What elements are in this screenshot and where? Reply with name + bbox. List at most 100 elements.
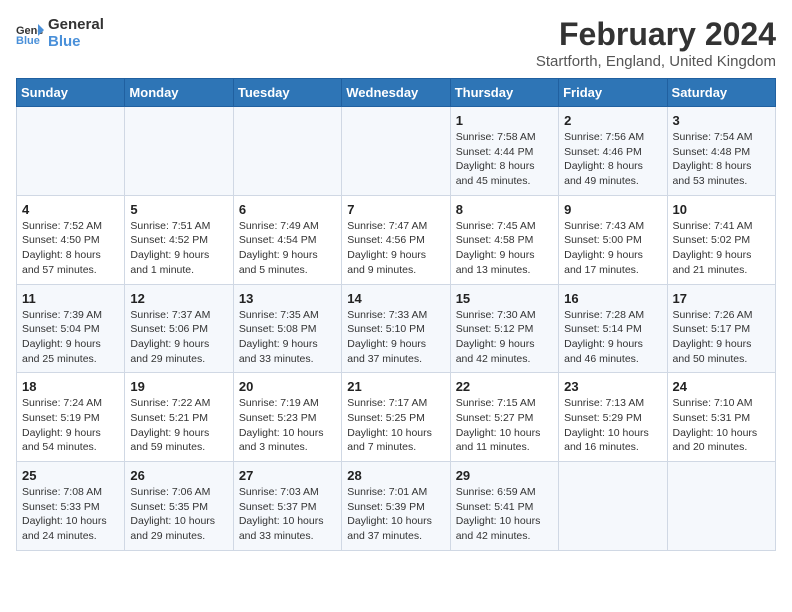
cell-content: Sunrise: 7:43 AM Sunset: 5:00 PM Dayligh…: [564, 219, 661, 278]
day-header-sunday: Sunday: [17, 79, 125, 107]
day-number: 8: [456, 202, 553, 217]
cell-content: Sunrise: 7:33 AM Sunset: 5:10 PM Dayligh…: [347, 308, 444, 367]
calendar-cell: 26 Sunrise: 7:06 AM Sunset: 5:35 PM Dayli…: [125, 462, 233, 551]
day-number: 1: [456, 113, 553, 128]
calendar-cell: 7 Sunrise: 7:47 AM Sunset: 4:56 PM Daylig…: [342, 195, 450, 284]
day-number: 10: [673, 202, 770, 217]
day-number: 20: [239, 379, 336, 394]
cell-content: Sunrise: 7:08 AM Sunset: 5:33 PM Dayligh…: [22, 485, 119, 544]
cell-content: Sunrise: 7:13 AM Sunset: 5:29 PM Dayligh…: [564, 396, 661, 455]
day-of-week-header-row: SundayMondayTuesdayWednesdayThursdayFrid…: [17, 79, 776, 107]
calendar-cell: 23 Sunrise: 7:13 AM Sunset: 5:29 PM Dayli…: [559, 373, 667, 462]
day-number: 18: [22, 379, 119, 394]
day-header-saturday: Saturday: [667, 79, 775, 107]
logo-line2: Blue: [48, 33, 104, 50]
calendar-cell: 11Sunrise: 7:39 AM Sunset: 5:04 PM Dayli…: [17, 284, 125, 373]
day-number: 11: [22, 291, 119, 306]
day-number: 13: [239, 291, 336, 306]
calendar-cell: [17, 107, 125, 196]
day-number: 28: [347, 468, 444, 483]
calendar-week-row: 25 Sunrise: 7:08 AM Sunset: 5:33 PM Dayli…: [17, 462, 776, 551]
calendar-cell: 3Sunrise: 7:54 AM Sunset: 4:48 PM Daylig…: [667, 107, 775, 196]
cell-content: Sunrise: 7:01 AM Sunset: 5:39 PM Dayligh…: [347, 485, 444, 544]
calendar-cell: 10 Sunrise: 7:41 AM Sunset: 5:02 PM Dayli…: [667, 195, 775, 284]
cell-content: Sunrise: 7:52 AM Sunset: 4:50 PM Dayligh…: [22, 219, 119, 278]
logo-line1: General: [48, 16, 104, 33]
calendar-cell: 1 Sunrise: 7:58 AM Sunset: 4:44 PM Daylig…: [450, 107, 558, 196]
cell-content: Sunrise: 7:45 AM Sunset: 4:58 PM Dayligh…: [456, 219, 553, 278]
calendar-cell: [233, 107, 341, 196]
calendar-cell: 14 Sunrise: 7:33 AM Sunset: 5:10 PM Dayli…: [342, 284, 450, 373]
day-number: 23: [564, 379, 661, 394]
calendar-cell: 18 Sunrise: 7:24 AM Sunset: 5:19 PM Dayli…: [17, 373, 125, 462]
calendar-cell: 20 Sunrise: 7:19 AM Sunset: 5:23 PM Dayli…: [233, 373, 341, 462]
day-number: 16: [564, 291, 661, 306]
day-header-monday: Monday: [125, 79, 233, 107]
calendar-cell: 25 Sunrise: 7:08 AM Sunset: 5:33 PM Dayli…: [17, 462, 125, 551]
day-number: 24: [673, 379, 770, 394]
day-number: 7: [347, 202, 444, 217]
header: General Blue General Blue February 2024 …: [16, 16, 776, 70]
cell-content: Sunrise: 7:54 AM Sunset: 4:48 PM Dayligh…: [673, 130, 770, 189]
calendar-cell: 15 Sunrise: 7:30 AM Sunset: 5:12 PM Dayli…: [450, 284, 558, 373]
cell-content: Sunrise: 7:10 AM Sunset: 5:31 PM Dayligh…: [673, 396, 770, 455]
cell-content: Sunrise: 7:41 AM Sunset: 5:02 PM Dayligh…: [673, 219, 770, 278]
day-number: 4: [22, 202, 119, 217]
day-number: 17: [673, 291, 770, 306]
day-number: 22: [456, 379, 553, 394]
day-number: 27: [239, 468, 336, 483]
cell-content: Sunrise: 7:49 AM Sunset: 4:54 PM Dayligh…: [239, 219, 336, 278]
day-header-tuesday: Tuesday: [233, 79, 341, 107]
cell-content: Sunrise: 7:19 AM Sunset: 5:23 PM Dayligh…: [239, 396, 336, 455]
calendar-cell: 8 Sunrise: 7:45 AM Sunset: 4:58 PM Daylig…: [450, 195, 558, 284]
cell-content: Sunrise: 7:56 AM Sunset: 4:46 PM Dayligh…: [564, 130, 661, 189]
day-number: 15: [456, 291, 553, 306]
calendar-cell: 12Sunrise: 7:37 AM Sunset: 5:06 PM Dayli…: [125, 284, 233, 373]
day-header-friday: Friday: [559, 79, 667, 107]
month-year: February 2024: [536, 16, 776, 53]
calendar-cell: 16 Sunrise: 7:28 AM Sunset: 5:14 PM Dayli…: [559, 284, 667, 373]
day-number: 6: [239, 202, 336, 217]
calendar-cell: 17Sunrise: 7:26 AM Sunset: 5:17 PM Dayli…: [667, 284, 775, 373]
location: Startforth, England, United Kingdom: [536, 53, 776, 70]
calendar-cell: [559, 462, 667, 551]
cell-content: Sunrise: 7:28 AM Sunset: 5:14 PM Dayligh…: [564, 308, 661, 367]
calendar-cell: 9 Sunrise: 7:43 AM Sunset: 5:00 PM Daylig…: [559, 195, 667, 284]
day-number: 26: [130, 468, 227, 483]
day-number: 14: [347, 291, 444, 306]
cell-content: Sunrise: 7:15 AM Sunset: 5:27 PM Dayligh…: [456, 396, 553, 455]
calendar-cell: 6 Sunrise: 7:49 AM Sunset: 4:54 PM Daylig…: [233, 195, 341, 284]
day-number: 25: [22, 468, 119, 483]
cell-content: Sunrise: 7:06 AM Sunset: 5:35 PM Dayligh…: [130, 485, 227, 544]
calendar-cell: 28 Sunrise: 7:01 AM Sunset: 5:39 PM Dayli…: [342, 462, 450, 551]
cell-content: Sunrise: 7:24 AM Sunset: 5:19 PM Dayligh…: [22, 396, 119, 455]
cell-content: Sunrise: 6:59 AM Sunset: 5:41 PM Dayligh…: [456, 485, 553, 544]
calendar-cell: 21Sunrise: 7:17 AM Sunset: 5:25 PM Dayli…: [342, 373, 450, 462]
cell-content: Sunrise: 7:58 AM Sunset: 4:44 PM Dayligh…: [456, 130, 553, 189]
calendar-week-row: 18 Sunrise: 7:24 AM Sunset: 5:19 PM Dayli…: [17, 373, 776, 462]
calendar-week-row: 11Sunrise: 7:39 AM Sunset: 5:04 PM Dayli…: [17, 284, 776, 373]
cell-content: Sunrise: 7:22 AM Sunset: 5:21 PM Dayligh…: [130, 396, 227, 455]
logo: General Blue General Blue: [16, 16, 104, 51]
title-area: February 2024 Startforth, England, Unite…: [536, 16, 776, 70]
cell-content: Sunrise: 7:51 AM Sunset: 4:52 PM Dayligh…: [130, 219, 227, 278]
day-header-wednesday: Wednesday: [342, 79, 450, 107]
day-number: 5: [130, 202, 227, 217]
calendar-cell: 2Sunrise: 7:56 AM Sunset: 4:46 PM Daylig…: [559, 107, 667, 196]
calendar-cell: 13Sunrise: 7:35 AM Sunset: 5:08 PM Dayli…: [233, 284, 341, 373]
cell-content: Sunrise: 7:47 AM Sunset: 4:56 PM Dayligh…: [347, 219, 444, 278]
day-number: 9: [564, 202, 661, 217]
calendar-cell: 4 Sunrise: 7:52 AM Sunset: 4:50 PM Daylig…: [17, 195, 125, 284]
cell-content: Sunrise: 7:03 AM Sunset: 5:37 PM Dayligh…: [239, 485, 336, 544]
calendar-cell: 27 Sunrise: 7:03 AM Sunset: 5:37 PM Dayli…: [233, 462, 341, 551]
calendar-cell: [667, 462, 775, 551]
cell-content: Sunrise: 7:30 AM Sunset: 5:12 PM Dayligh…: [456, 308, 553, 367]
calendar-cell: [125, 107, 233, 196]
calendar-cell: [342, 107, 450, 196]
day-number: 21: [347, 379, 444, 394]
calendar-cell: 5 Sunrise: 7:51 AM Sunset: 4:52 PM Daylig…: [125, 195, 233, 284]
logo-icon: General Blue: [16, 22, 44, 44]
calendar-week-row: 1 Sunrise: 7:58 AM Sunset: 4:44 PM Daylig…: [17, 107, 776, 196]
calendar-cell: 29Sunrise: 6:59 AM Sunset: 5:41 PM Dayli…: [450, 462, 558, 551]
calendar-table: SundayMondayTuesdayWednesdayThursdayFrid…: [16, 78, 776, 551]
